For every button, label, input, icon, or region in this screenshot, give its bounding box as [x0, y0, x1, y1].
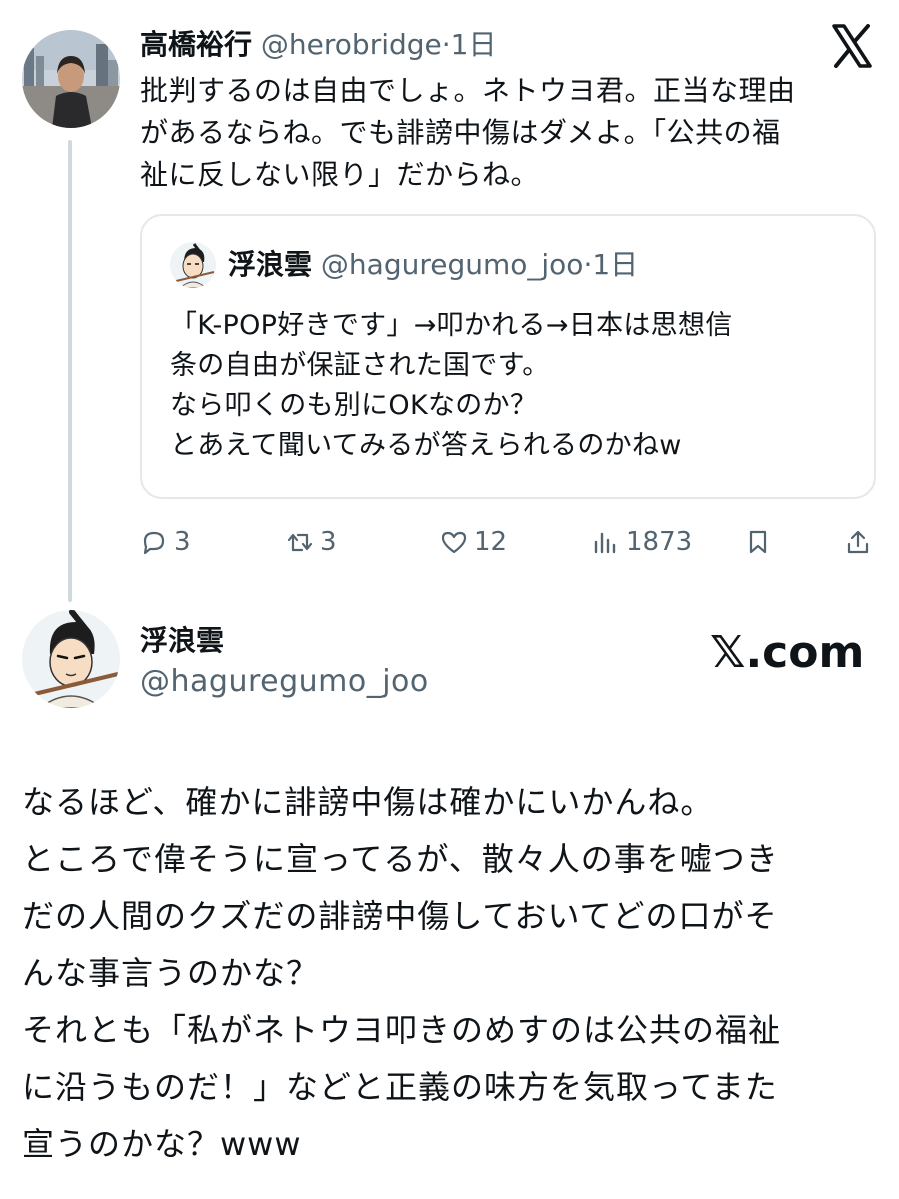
tweet-text-line: それとも「私がネトウヨ叩きのめすのは公共の福祉	[22, 1011, 782, 1049]
bookmark-icon	[749, 530, 767, 554]
retweet-button[interactable]: 3	[286, 520, 337, 564]
thread-connector-line	[68, 140, 72, 602]
author-handle[interactable]: @haguregumo_joo	[140, 662, 429, 702]
view-count: 1873	[626, 527, 693, 557]
quote-timestamp[interactable]: ·1日	[583, 248, 638, 281]
views-button[interactable]: 1873	[592, 520, 692, 564]
quote-header: 浮浪雲 @haguregumo_joo·1日	[228, 246, 638, 284]
like-count: 12	[474, 527, 508, 557]
quote-avatar[interactable]	[170, 242, 216, 288]
quote-author-handle[interactable]: @haguregumo_joo	[321, 248, 584, 281]
author-name[interactable]: 高橋裕行	[140, 28, 252, 61]
quote-text-line: なら叩くのも別にOKなのか？	[170, 390, 538, 421]
tweet-text-line: なるほど、確かに誹謗中傷は確かにいかんね。	[22, 783, 714, 821]
tweet-timestamp[interactable]: ·1日	[442, 28, 497, 61]
quote-text-line: とあえて聞いてみるが答えられるのかねw	[170, 430, 682, 461]
avatar-photo	[22, 30, 120, 128]
quote-author-name[interactable]: 浮浪雲	[228, 248, 312, 281]
tweet-text-line: 批判するのは自由でしょ。ネトウヨ君。正当な理由	[140, 74, 796, 107]
manga-avatar-illustration	[170, 242, 216, 288]
tweet-text-line: があるならね。でも誹謗中傷はダメよ。「公共の福	[140, 116, 781, 149]
quote-text-line: 「K-POP好きです」→叩かれる→日本は思想信	[170, 310, 733, 341]
tweet-text-line: だの人間のクズだの誹謗中傷しておいてどの口がそ	[22, 897, 778, 935]
views-icon	[594, 532, 616, 554]
tweet-header: 高橋裕行 @herobridge·1日	[140, 26, 496, 64]
retweet-count: 3	[320, 527, 337, 557]
share-icon	[847, 530, 869, 554]
quote-text-line: 条の自由が保証された国です。	[170, 350, 550, 381]
tweet-text-line: に沿うものだ！」などと正義の味方を気取ってまた	[22, 1068, 778, 1106]
avatar[interactable]	[22, 30, 120, 128]
manga-avatar-illustration	[22, 610, 120, 708]
tweet-action-bar: 3 3 12 1873	[140, 520, 880, 564]
share-button[interactable]	[844, 520, 878, 564]
quote-text: 「K-POP好きです」→叩かれる→日本は思想信 条の自由が保証された国です。 な…	[170, 306, 733, 466]
bookmark-button[interactable]	[744, 520, 778, 564]
avatar[interactable]	[22, 610, 120, 708]
tweet-text: なるほど、確かに誹謗中傷は確かにいかんね。 ところで偉そうに宣ってるが、散々人の…	[22, 774, 882, 1173]
reply-icon	[143, 531, 165, 555]
reply-button[interactable]: 3	[140, 520, 191, 564]
tweet-text-line: ところで偉そうに宣ってるが、散々人の事を嘘つき	[22, 840, 779, 878]
reply-count: 3	[174, 527, 191, 557]
heart-icon	[441, 531, 467, 554]
retweet-icon	[287, 533, 313, 552]
tweet-text-line: 宣うのかな？www	[22, 1125, 302, 1163]
like-button[interactable]: 12	[440, 520, 507, 564]
x-logo-icon[interactable]	[832, 24, 872, 68]
x-com-wordmark: 𝕏.com	[710, 627, 865, 678]
author-name[interactable]: 浮浪雲	[140, 622, 224, 660]
tweet-text-line: 祉に反しない限り」だからね。	[140, 158, 540, 191]
tweet-text: 批判するのは自由でしょ。ネトウヨ君。正当な理由 があるならね。でも誹謗中傷はダメ…	[140, 70, 870, 196]
author-handle[interactable]: @herobridge	[261, 28, 442, 61]
tweet-text-line: んな事言うのかな？	[22, 954, 320, 992]
